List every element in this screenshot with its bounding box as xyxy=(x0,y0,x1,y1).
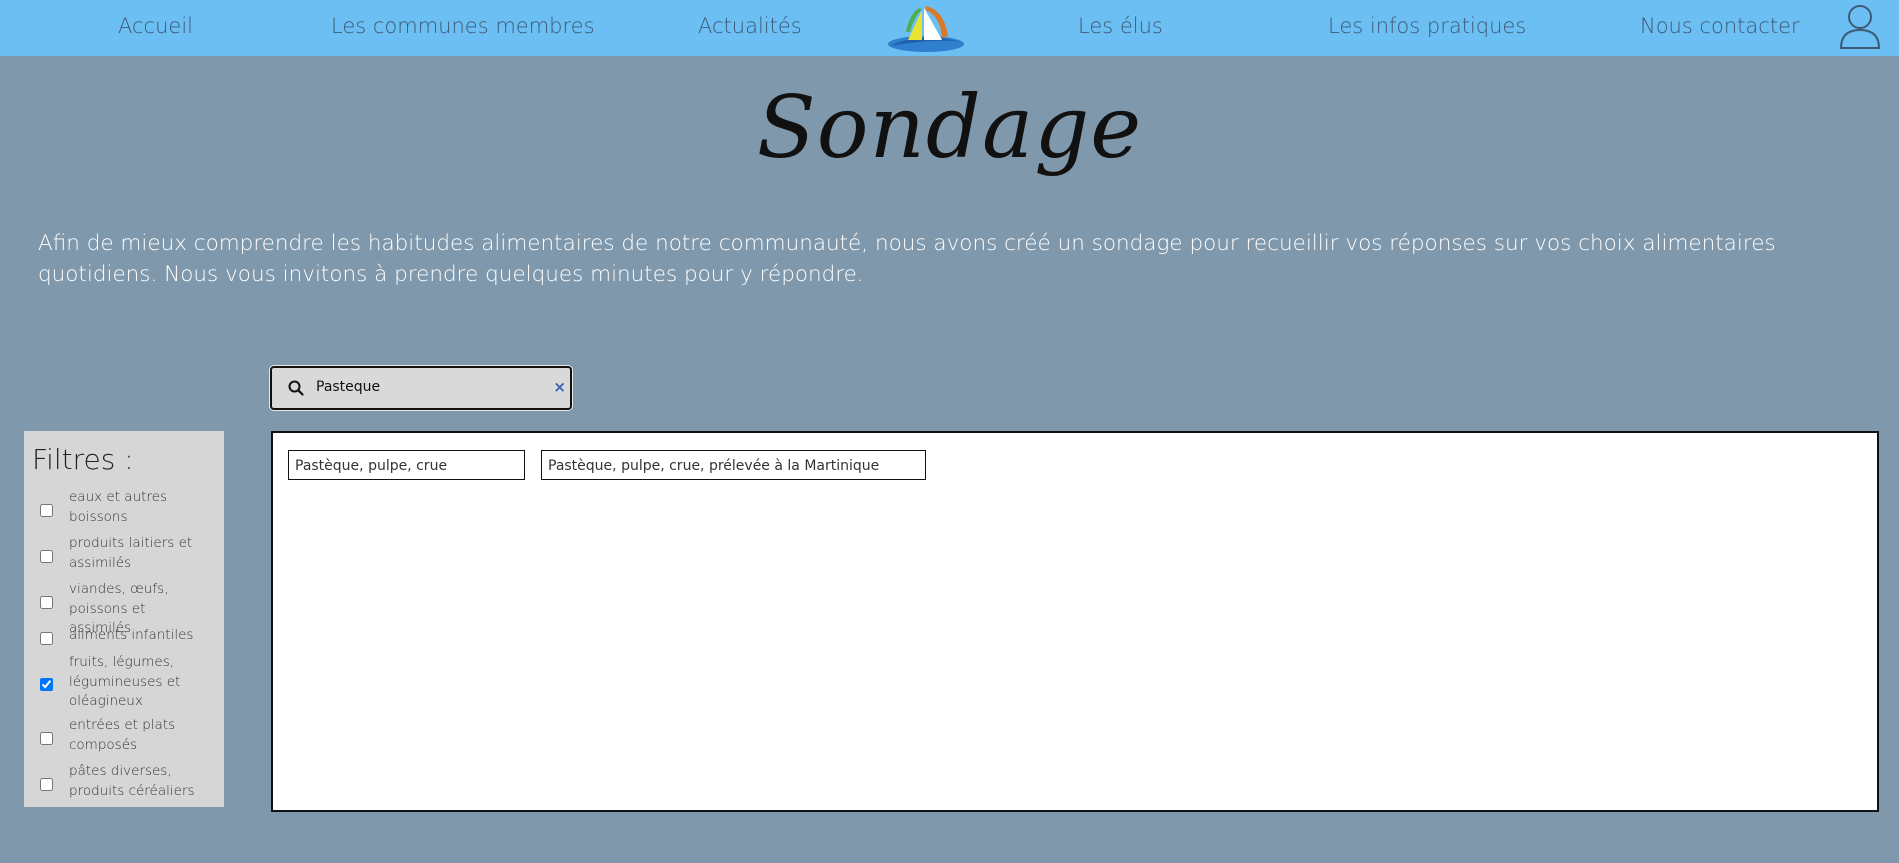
nav-link-elus[interactable]: Les élus xyxy=(1078,14,1163,38)
nav-link-accueil[interactable]: Accueil xyxy=(118,14,193,38)
filters-panel: Filtres : eaux et autres boissons produi… xyxy=(24,431,224,807)
user-icon[interactable] xyxy=(1838,2,1882,50)
filter-label: fruits, légumes, légumineuses et oléagin… xyxy=(69,654,181,709)
search-icon xyxy=(288,380,304,396)
filter-checkbox[interactable] xyxy=(40,550,53,563)
nav-link-communes[interactable]: Les communes membres xyxy=(331,14,595,38)
search-box[interactable]: × xyxy=(270,366,572,410)
page-title: Sondage xyxy=(756,78,1143,178)
result-item[interactable]: Pastèque, pulpe, crue, prélevée à la Mar… xyxy=(541,450,926,480)
results-panel: Pastèque, pulpe, crue Pastèque, pulpe, c… xyxy=(271,431,1879,812)
filter-checkbox[interactable] xyxy=(40,732,53,745)
sailboat-logo-icon[interactable] xyxy=(886,2,966,54)
nav-link-actualites[interactable]: Actualités xyxy=(698,14,802,38)
search-input[interactable] xyxy=(316,376,516,398)
intro-text: Afin de mieux comprendre les habitudes a… xyxy=(38,231,1776,287)
filters-title: Filtres : xyxy=(32,443,134,476)
filter-checkbox[interactable] xyxy=(40,596,53,609)
result-item[interactable]: Pastèque, pulpe, crue xyxy=(288,450,525,480)
top-navigation: Accueil Les communes membres Actualités … xyxy=(0,0,1899,56)
nav-link-contact[interactable]: Nous contacter xyxy=(1640,14,1800,38)
filter-label: entrées et plats composés xyxy=(69,717,176,753)
filter-checkbox[interactable] xyxy=(40,632,53,645)
filter-label: aliments infantiles xyxy=(69,627,194,643)
filter-checkbox[interactable] xyxy=(40,778,53,791)
clear-search-icon[interactable]: × xyxy=(553,378,566,396)
filter-checkbox[interactable] xyxy=(40,678,53,691)
filter-label: eaux et autres boissons xyxy=(69,489,168,525)
filter-label: pâtes diverses, produits céréaliers xyxy=(69,763,195,799)
filter-checkbox[interactable] xyxy=(40,504,53,517)
nav-link-infos[interactable]: Les infos pratiques xyxy=(1328,14,1526,38)
filter-label: produits laitiers et assimilés xyxy=(69,535,193,571)
